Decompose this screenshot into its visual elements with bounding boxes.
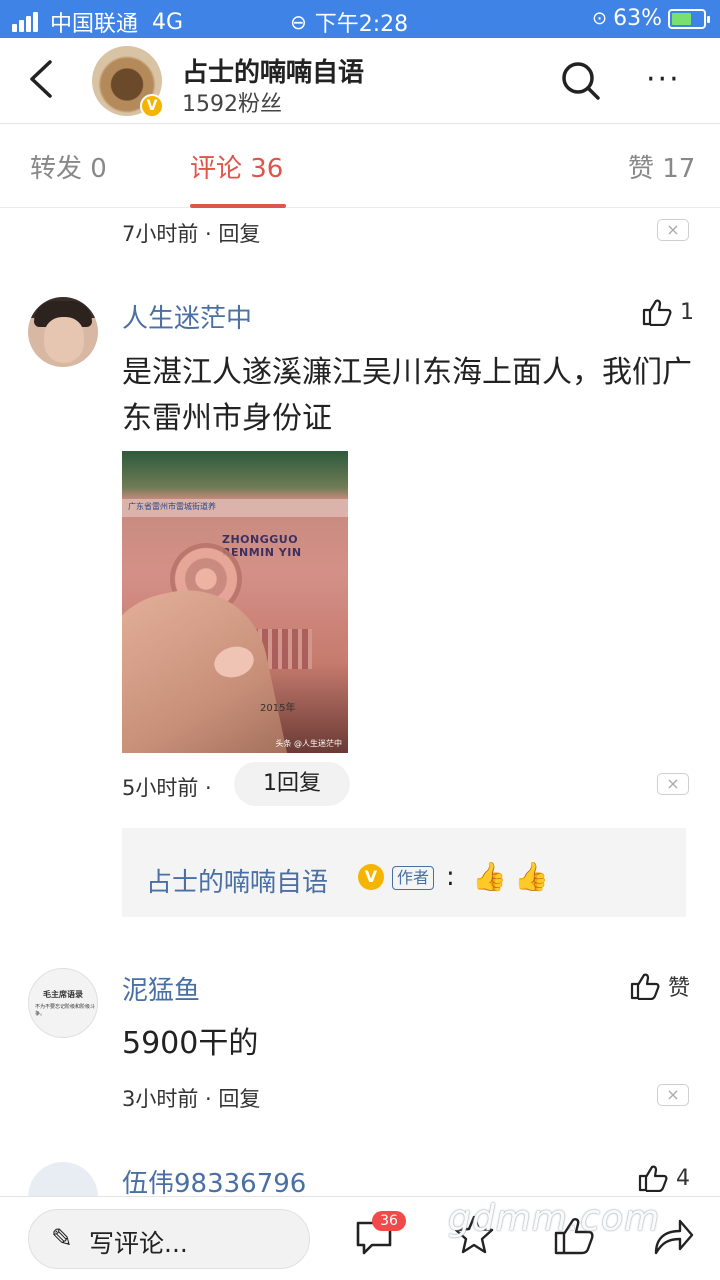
battery-percent: 63%: [613, 6, 662, 31]
author-tag: 作者: [392, 866, 435, 890]
reply-author-name[interactable]: 占士的喃喃自语: [146, 862, 328, 899]
thumbs-up-icon: [638, 1165, 668, 1192]
comment-username[interactable]: 伍伟98336796: [122, 1163, 306, 1200]
carrier-label: 中国联通: [50, 12, 139, 37]
verified-badge-icon: V: [358, 864, 384, 890]
comment-count-badge: 36: [372, 1211, 406, 1231]
pen-icon: ✎: [51, 1224, 73, 1254]
comment-time: 5小时前 ·: [122, 776, 212, 800]
avatar[interactable]: 毛主席语录 不为不要忘记阶级和阶级斗争。: [28, 968, 98, 1038]
profile-avatar[interactable]: V: [92, 46, 164, 118]
photo-note-text: ZHONGGUO RENMIN YIN: [222, 533, 302, 559]
dismiss-button[interactable]: ×: [657, 1084, 689, 1106]
signal-icon: [12, 12, 40, 32]
write-comment-button[interactable]: ✎ 写评论...: [28, 1209, 310, 1269]
like-button[interactable]: 4: [638, 1164, 690, 1192]
tab-bar: 转发 0 评论 36 赞 17: [0, 124, 720, 208]
search-button[interactable]: [560, 60, 602, 102]
network-label: 4G: [152, 9, 184, 35]
comment-meta[interactable]: 3小时前 · 回复: [122, 1083, 260, 1113]
site-watermark: gdmm.com: [448, 1198, 661, 1239]
back-button[interactable]: [26, 58, 66, 102]
comment-meta[interactable]: 7小时前 · 回复: [122, 218, 260, 248]
rotation-lock-icon: ⊙: [592, 8, 608, 29]
tab-reposts[interactable]: 转发 0: [30, 148, 107, 185]
tab-likes[interactable]: 赞 17: [628, 148, 695, 185]
thumbs-up-emoji-icon: 👍: [514, 860, 549, 893]
reply-preview[interactable]: 占士的喃喃自语 V 作者 : 👍 👍: [122, 828, 686, 917]
comment-text: 5900干的: [122, 1026, 259, 1061]
comments-page: 中国联通 4G ⊖ 下午2:28 ⊙ 63% V 占士的喃喃自语 1592粉丝: [0, 0, 720, 1280]
verified-badge-icon: V: [140, 94, 164, 118]
comment-username[interactable]: 人生迷茫中: [122, 298, 252, 335]
battery-fill: [672, 12, 691, 25]
reply-colon: :: [446, 862, 455, 892]
search-icon: [562, 62, 600, 100]
avatar[interactable]: [28, 297, 98, 367]
like-count: 4: [676, 1165, 690, 1191]
tab-comments[interactable]: 评论 36: [190, 148, 283, 185]
follower-count: 1592粉丝: [182, 92, 282, 117]
avatar-text: 毛主席语录: [43, 990, 83, 999]
dismiss-button[interactable]: ×: [657, 219, 689, 241]
like-label: 赞: [668, 976, 691, 1001]
profile-name[interactable]: 占士的喃喃自语: [182, 52, 364, 89]
like-count: 1: [680, 299, 694, 325]
avatar-subtext: 不为不要忘记阶级和阶级斗争。: [35, 1004, 96, 1017]
thumbs-up-icon: [630, 973, 660, 1000]
like-button[interactable]: 1: [642, 298, 694, 326]
status-bar: 中国联通 4G ⊖ 下午2:28 ⊙ 63%: [0, 0, 720, 38]
more-icon: ···: [646, 62, 681, 97]
comment-username[interactable]: 泥猛鱼: [122, 970, 200, 1007]
active-tab-indicator: [190, 204, 286, 208]
photo-band-text: 广东省雷州市雷城街道养: [128, 502, 216, 511]
clock: 下午2:28: [314, 12, 409, 37]
thumbs-up-emoji-icon: 👍: [472, 860, 507, 893]
comment-photo[interactable]: 广东省雷州市雷城街道养 ZHONGGUO RENMIN YIN 2015年 头条…: [122, 451, 348, 753]
thumbs-up-icon: [642, 299, 672, 326]
dismiss-button[interactable]: ×: [657, 773, 689, 795]
chevron-left-icon: [30, 60, 52, 98]
battery-icon: [668, 8, 710, 29]
more-button[interactable]: ···: [646, 62, 690, 102]
view-replies-button[interactable]: 1回复: [234, 762, 350, 806]
like-button[interactable]: 赞: [630, 970, 690, 1002]
comment-text: 是湛江人遂溪濂江吴川东海上面人，我们广东雷州市身份证: [122, 355, 692, 436]
photo-year-text: 2015年: [260, 703, 296, 714]
write-comment-label: 写评论...: [89, 1229, 188, 1258]
header: V 占士的喃喃自语 1592粉丝 ···: [0, 38, 720, 124]
link-icon: ⊖: [290, 10, 307, 34]
photo-watermark: 头条 @人生迷茫中: [275, 739, 342, 748]
